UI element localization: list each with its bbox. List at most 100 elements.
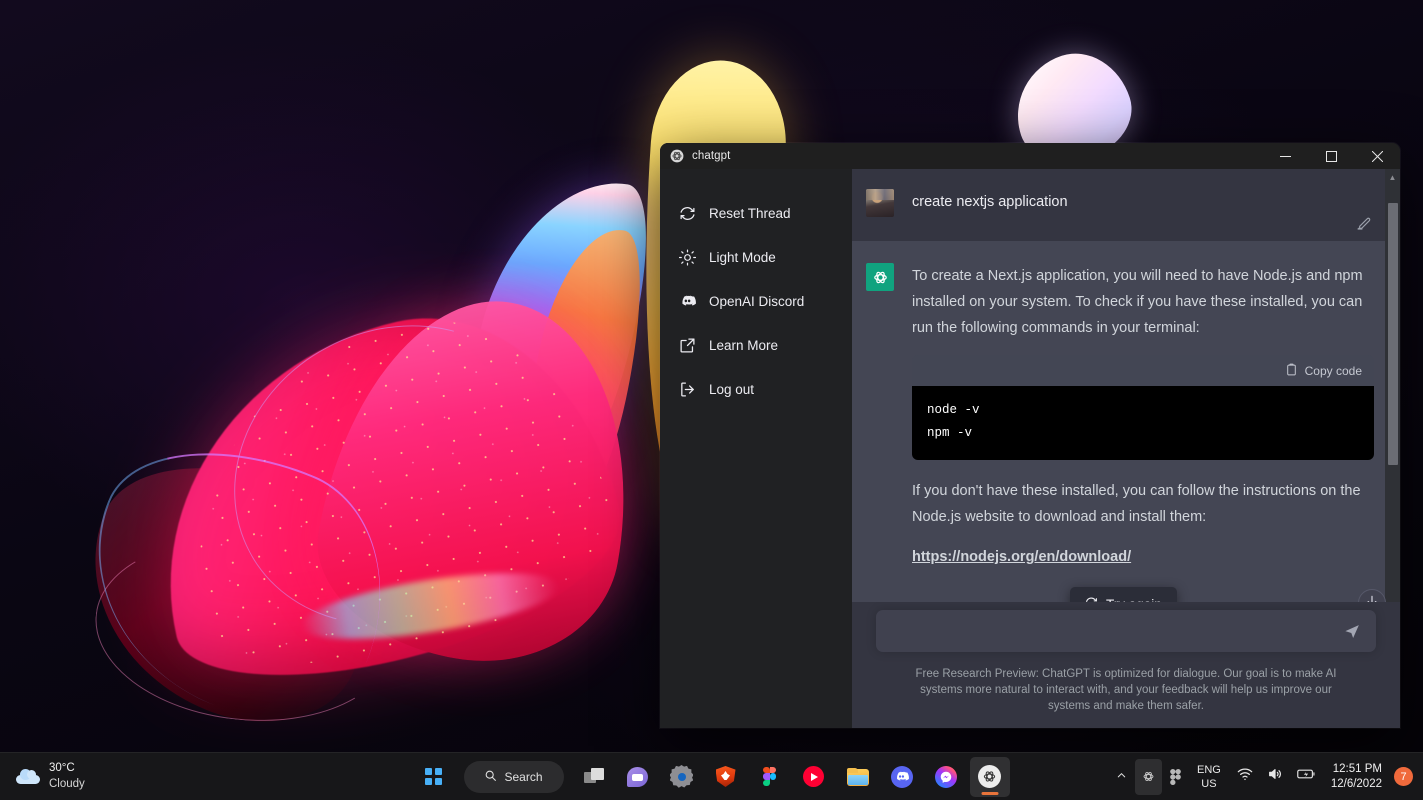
language-indicator[interactable]: ENG US (1189, 759, 1229, 795)
code-block: Copy code node -v npm -v (912, 355, 1374, 460)
scrollbar-thumb[interactable] (1387, 203, 1398, 465)
clock-widget[interactable]: 12:51 PM 12/6/2022 (1325, 762, 1390, 792)
settings-button[interactable] (662, 757, 702, 797)
assistant-message-row: To create a Next.js application, you wil… (852, 241, 1400, 587)
system-tray: ENG US 12:51 PM 12/6/2022 7 (1110, 753, 1423, 800)
sidebar: Reset Thread Light Mode OpenAI Discord L… (660, 169, 852, 728)
send-paper-plane-icon[interactable] (1343, 622, 1362, 641)
minimize-button[interactable] (1262, 143, 1308, 169)
tray-expand-button[interactable] (1110, 759, 1133, 795)
logout-icon (679, 381, 696, 398)
brave-browser-button[interactable] (706, 757, 746, 797)
taskbar-app-icons: Search (414, 756, 1010, 797)
wallpaper-orange-blade (504, 218, 661, 532)
folder-icon (846, 767, 869, 786)
edit-pencil-icon[interactable] (1356, 215, 1372, 231)
wifi-button[interactable] (1231, 759, 1259, 795)
microsoft-teams-button[interactable] (618, 757, 658, 797)
scrollbar-up-arrow[interactable]: ▲ (1385, 169, 1400, 185)
close-button[interactable] (1354, 143, 1400, 169)
chat-panel: create nextjs application To create a Ne… (852, 169, 1400, 728)
youtube-music-icon (803, 766, 824, 787)
messenger-button[interactable] (926, 757, 966, 797)
try-again-button[interactable]: Try again (1070, 587, 1177, 602)
sun-icon (679, 248, 696, 266)
code-line: npm -v (927, 426, 973, 440)
message-input[interactable] (890, 623, 1343, 639)
clipboard-icon (1285, 363, 1298, 379)
message-input-container[interactable] (876, 610, 1376, 652)
external-link-icon (679, 337, 696, 354)
user-message-text: create nextjs application (912, 194, 1068, 210)
sidebar-item-learn-more[interactable]: Learn More (660, 323, 852, 367)
search-icon (484, 769, 497, 785)
nodejs-download-link[interactable]: https://nodejs.org/en/download/ (912, 549, 1131, 565)
chatgpt-logo-icon (978, 765, 1001, 788)
clock-date: 12/6/2022 (1330, 777, 1382, 790)
sidebar-item-reset-thread[interactable]: Reset Thread (660, 191, 852, 235)
wallpaper-dark-red-curl (50, 424, 410, 752)
tray-chatgpt-icon[interactable] (1134, 758, 1162, 795)
avatar (866, 189, 894, 217)
footer-note: Free Research Preview: ChatGPT is optimi… (915, 668, 1337, 712)
assistant-paragraph-1: To create a Next.js application, you wil… (912, 268, 1363, 336)
try-again-label: Try again (1106, 597, 1162, 603)
task-view-icon (583, 768, 604, 785)
taskbar-search-button[interactable]: Search (463, 760, 564, 793)
assistant-paragraph-2: If you don't have these installed, you c… (912, 483, 1361, 525)
vertical-scrollbar[interactable]: ▲ (1385, 169, 1400, 602)
window-title: chatgpt (692, 150, 731, 162)
chatgpt-window: chatgpt Reset Thread Light Mode OpenAI D… (660, 143, 1400, 728)
language-secondary: US (1201, 777, 1217, 790)
youtube-music-button[interactable] (794, 757, 834, 797)
language-primary: ENG (1196, 763, 1221, 776)
clock-time: 12:51 PM (1332, 762, 1382, 775)
weather-temperature: 30°C (49, 762, 75, 774)
refresh-icon (1085, 596, 1098, 602)
speaker-icon (1267, 766, 1283, 787)
discord-icon (679, 293, 696, 310)
messenger-icon (934, 765, 957, 788)
window-titlebar[interactable]: chatgpt (660, 143, 1400, 169)
code-line: node -v (927, 403, 980, 417)
maximize-button[interactable] (1308, 143, 1354, 169)
figma-icon (763, 766, 776, 787)
wifi-icon (1237, 766, 1253, 787)
sidebar-item-light-mode[interactable]: Light Mode (660, 235, 852, 279)
sidebar-item-label: Log out (709, 381, 755, 397)
weather-widget[interactable]: 30°C Cloudy (0, 762, 230, 791)
notification-badge[interactable]: 7 (1394, 767, 1413, 786)
volume-button[interactable] (1261, 759, 1289, 795)
discord-icon (890, 765, 913, 788)
wallpaper-thin-arc (181, 269, 609, 681)
refresh-icon (679, 205, 696, 222)
copy-code-button[interactable]: Copy code (912, 355, 1374, 386)
wallpaper-pink-petal-2 (301, 276, 659, 684)
teams-icon (627, 766, 648, 787)
arrow-down-icon (1365, 594, 1379, 602)
chatgpt-logo-icon (670, 149, 684, 163)
file-explorer-button[interactable] (838, 757, 878, 797)
start-button[interactable] (414, 757, 454, 797)
gear-icon (670, 765, 693, 788)
wallpaper-rainbow-caustic (297, 559, 563, 653)
sidebar-item-openai-discord[interactable]: OpenAI Discord (660, 279, 852, 323)
wallpaper-left-rim (52, 407, 424, 752)
sidebar-item-label: Light Mode (709, 249, 776, 265)
task-view-button[interactable] (574, 757, 614, 797)
brave-lion-icon (715, 766, 736, 787)
wallpaper-iridescent-blade (437, 168, 673, 512)
windows-logo-icon (425, 768, 442, 785)
figma-button[interactable] (750, 757, 790, 797)
search-label: Search (504, 769, 543, 784)
wallpaper-glass-sheet (231, 484, 559, 676)
battery-button[interactable] (1291, 759, 1323, 795)
taskbar: 30°C Cloudy Search ENG US 12:51 PM 12/6/… (0, 752, 1423, 800)
sidebar-item-label: Learn More (709, 337, 779, 353)
tray-figma-icon[interactable] (1164, 759, 1187, 795)
chevron-up-icon (1116, 768, 1127, 786)
chatgpt-button[interactable] (969, 756, 1010, 797)
discord-button[interactable] (882, 757, 922, 797)
composer: Free Research Preview: ChatGPT is optimi… (852, 602, 1400, 728)
sidebar-item-log-out[interactable]: Log out (660, 367, 852, 411)
